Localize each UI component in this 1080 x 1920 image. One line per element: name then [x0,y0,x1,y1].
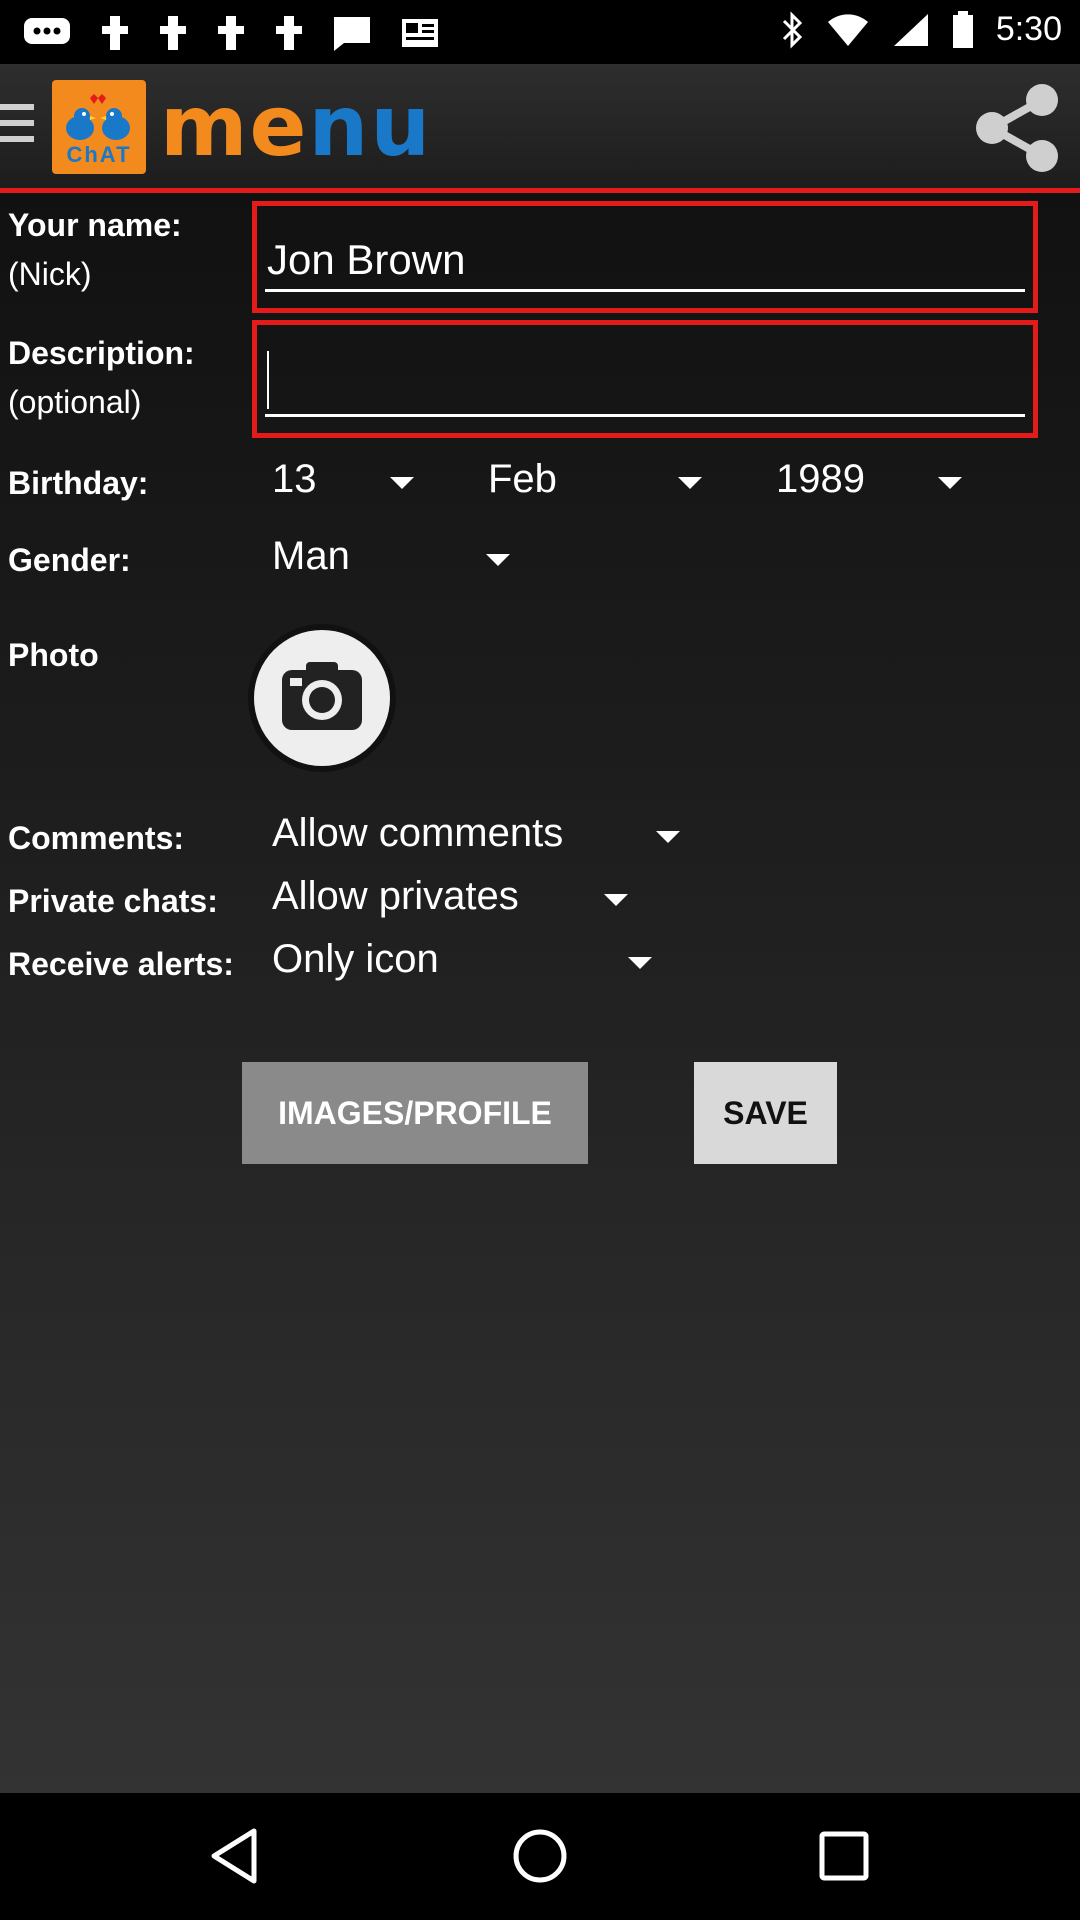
title-letter: n [308,77,371,175]
status-bar: 5:30 [0,0,1080,64]
title-letter: m [160,77,250,175]
title-letter: e [249,77,309,175]
photo-label: Photo [8,637,99,673]
chevron-down-icon [678,477,702,489]
name-sublabel: (Nick) [8,256,92,292]
name-underline [265,289,1025,292]
photo-button[interactable] [254,630,390,766]
title-letter: u [370,77,433,175]
home-icon[interactable] [505,1821,575,1891]
chat-bubble-icon [24,18,70,44]
comments-label: Comments: [8,820,185,856]
status-time: 5:30 [995,10,1062,48]
description-sublabel: (optional) [8,384,142,420]
notification-icon [160,16,186,50]
description-label: Description: [8,335,195,371]
private-chats-select[interactable]: Allow privates [262,868,662,934]
receive-alerts-label: Receive alerts: [8,946,234,982]
name-label: Your name: [8,207,182,243]
app-logo: ChAT [52,80,146,174]
wifi-icon [827,13,868,46]
save-button[interactable]: SAVE [694,1062,837,1164]
receive-alerts-select[interactable]: Only icon [262,931,682,997]
birthday-month-value: Feb [488,457,557,501]
birthday-year-select[interactable]: 1989 [766,451,986,521]
chevron-down-icon [604,894,628,906]
birthday-month-select[interactable]: Feb [478,451,718,521]
birthday-day-value: 13 [272,457,317,501]
birthday-day-select[interactable]: 13 [262,451,432,521]
gender-select[interactable]: Man [262,528,522,598]
profile-form: Your name: (Nick) Jon Brown Description:… [0,193,1080,1793]
chevron-down-icon [656,831,680,843]
description-underline [265,414,1025,417]
newspaper-icon [402,19,438,47]
chevron-down-icon [628,957,652,969]
chevron-down-icon [938,477,962,489]
name-value: Jon Brown [267,236,466,283]
logo-text: ChAT [66,142,132,167]
notification-icon [102,16,128,50]
status-notifications [22,14,440,52]
birthday-label: Birthday: [8,465,149,501]
chevron-down-icon [486,554,510,566]
navigation-bar [0,1793,1080,1920]
private-chats-value: Allow privates [272,874,519,918]
battery-icon [952,10,973,48]
notification-icon [276,16,302,50]
description-label-group: Description: (optional) [8,335,195,421]
camera-icon [282,662,362,730]
comments-value: Allow comments [272,811,564,855]
recents-icon[interactable] [809,1821,879,1891]
text-cursor [267,351,269,409]
message-icon [334,17,370,51]
name-label-group: Your name: (Nick) [8,207,182,293]
images-profile-button[interactable]: IMAGES/PROFILE [242,1062,588,1164]
chevron-down-icon [390,477,414,489]
signal-icon [893,13,928,46]
receive-alerts-value: Only icon [272,937,439,981]
hamburger-menu-icon[interactable] [0,104,34,152]
app-title: menu [160,84,432,168]
birthday-year-value: 1989 [776,457,865,501]
gender-label: Gender: [8,542,131,578]
description-input[interactable] [252,320,1038,438]
share-icon[interactable] [972,80,1062,176]
app-bar: ChAT menu [0,64,1080,193]
bluetooth-icon [782,10,802,49]
notification-icon [218,16,244,50]
name-input[interactable]: Jon Brown [252,201,1038,313]
comments-select[interactable]: Allow comments [262,805,702,871]
gender-value: Man [272,534,350,578]
status-system: 5:30 [780,10,1062,49]
private-chats-label: Private chats: [8,883,218,919]
back-icon[interactable] [202,1821,272,1891]
